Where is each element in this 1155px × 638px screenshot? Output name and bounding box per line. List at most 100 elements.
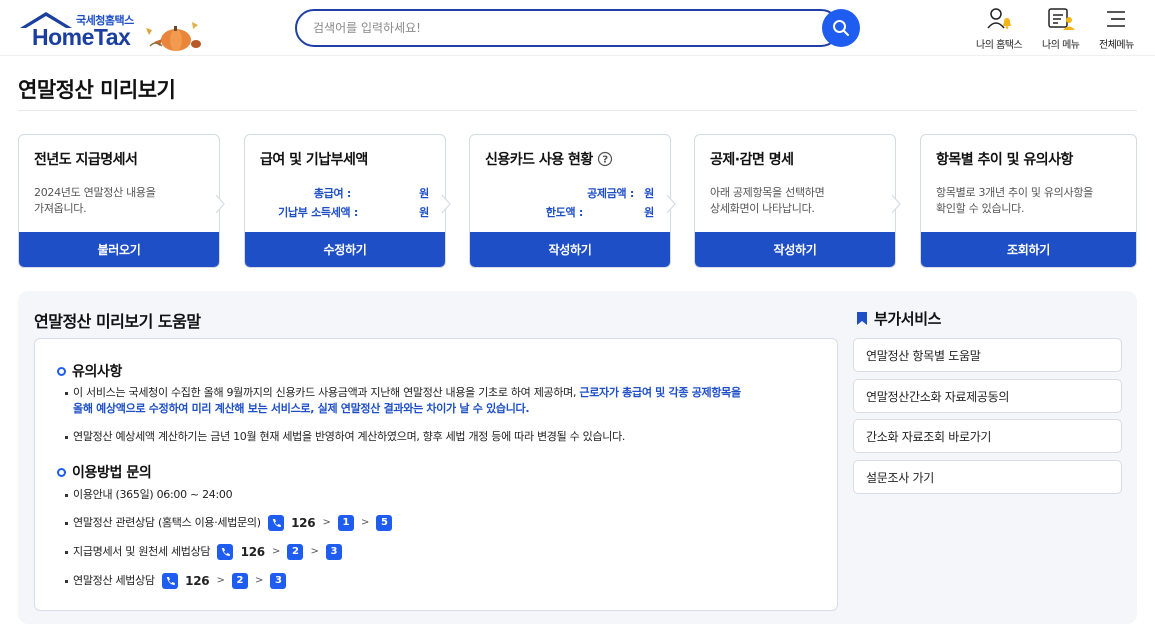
notice-highlight: 올해 예상액으로 수정하여 미리 계산해 보는 서비스로, 실제 연말정산 결과…	[73, 402, 530, 415]
search-bar	[295, 9, 861, 47]
hamburger-icon	[1107, 11, 1126, 27]
total-salary-label: 총급여 :	[313, 187, 351, 200]
chevron-right-icon: >	[255, 575, 264, 586]
contact-label: 연말정산 세법상담	[73, 574, 155, 587]
limit-label: 한도액 :	[545, 206, 583, 219]
deduction-amount-unit: 원	[644, 187, 654, 200]
notice-item-2: 연말정산 예상세액 계산하기는 금년 10월 현재 세법을 반영하여 계산하였으…	[65, 429, 833, 445]
user-bell-icon	[987, 8, 1012, 29]
total-salary-unit: 원	[419, 187, 429, 200]
menu-key: 5	[376, 515, 393, 531]
edit-button[interactable]: 수정하기	[245, 232, 445, 267]
hometax-logo[interactable]: 국세청홈택스 HomeTax	[18, 10, 208, 51]
hours-item: 이용안내 (365일) 06:00 ~ 24:00	[64, 488, 233, 501]
step-title: 항목별 추이 및 유의사항	[936, 152, 1073, 168]
step-desc-line: 가져옵니다.	[34, 202, 87, 215]
step-title: 전년도 지급명세서	[34, 152, 138, 168]
contact-line: 연말정산 세법상담 126 > 2 > 3	[64, 573, 287, 589]
contact-label: 연말정산 관련상담 (홈택스 이용·세법문의)	[73, 516, 261, 529]
chevron-right-icon: >	[272, 546, 281, 557]
step-desc-line: 아래 공제항목을 선택하면	[710, 186, 825, 199]
step-card-trend: 항목별 추이 및 유의사항 항목별로 3개년 추이 및 유의사항을 확인할 수 …	[920, 134, 1137, 268]
search-input[interactable]	[295, 9, 840, 47]
step-title: 신용카드 사용 현황 ?	[485, 149, 613, 169]
menu-key: 3	[325, 544, 342, 560]
help-icon[interactable]: ?	[597, 151, 613, 167]
help-section: 연말정산 미리보기 도움말 유의사항 이 서비스는 국세청이 수집한 올해 9월…	[18, 291, 1137, 624]
menu-key: 3	[270, 573, 287, 589]
menu-my-menu[interactable]: 나의 메뉴	[1042, 6, 1080, 51]
step-desc-line: 항목별로 3개년 추이 및 유의사항을	[936, 186, 1093, 199]
menu-all[interactable]: 전체메뉴	[1099, 6, 1134, 51]
top-header: 국세청홈택스 HomeTax 나의 홈택스	[0, 0, 1155, 56]
load-button[interactable]: 불러오기	[19, 232, 219, 267]
phone-number: 126	[291, 516, 316, 530]
chevron-right-icon: >	[360, 517, 370, 528]
prepaid-tax-label: 기납부 소득세액 :	[278, 206, 358, 219]
chevron-right-icon	[215, 194, 225, 214]
contact-line: 연말정산 관련상담 (홈택스 이용·세법문의) 126 > 1 > 5	[64, 515, 393, 531]
phone-icon	[267, 515, 284, 531]
write-button[interactable]: 작성하기	[470, 232, 670, 267]
step-title: 급여 및 기납부세액	[260, 152, 368, 168]
prepaid-tax-unit: 원	[419, 206, 429, 219]
step-desc-line: 2024년도 연말정산 내용을	[34, 186, 156, 199]
limit-unit: 원	[644, 206, 654, 219]
notice-title: 유의사항	[72, 364, 122, 380]
help-title: 연말정산 미리보기 도움말	[34, 312, 201, 331]
divider	[18, 110, 1137, 111]
step-description: 항목별로 3개년 추이 및 유의사항을 확인할 수 있습니다.	[936, 185, 1093, 217]
chevron-right-icon: >	[216, 575, 225, 586]
phone-icon	[161, 573, 178, 589]
menu-key: 1	[337, 515, 354, 531]
side-link-consent[interactable]: 연말정산간소화 자료제공동의	[853, 379, 1122, 413]
view-button[interactable]: 조회하기	[921, 232, 1136, 267]
step-title: 공제·감면 명세	[710, 152, 794, 168]
step-desc-line: 확인할 수 있습니다.	[936, 202, 1025, 215]
inquiry-title: 이용방법 문의	[72, 465, 152, 481]
side-title-text: 부가서비스	[874, 310, 942, 328]
contact-line: 지급명세서 및 원천세 세법상담 126 > 2 > 3	[65, 544, 342, 560]
svg-text:?: ?	[602, 155, 608, 166]
extra-services-title: 부가서비스	[856, 308, 941, 329]
step-title-text: 신용카드 사용 현황	[485, 152, 593, 168]
help-box: 유의사항 이 서비스는 국세청이 수집한 올해 9월까지의 신용카드 사용금액과…	[34, 338, 838, 611]
notice-item-1: 이 서비스는 국세청이 수집한 올해 9월까지의 신용카드 사용금액과 지난해 …	[65, 385, 833, 417]
menu-label: 전체메뉴	[1099, 40, 1134, 51]
phone-number: 126	[240, 545, 265, 559]
contact-label: 지급명세서 및 원천세 세법상담	[73, 545, 211, 558]
inquiry-heading: 이용방법 문의	[57, 462, 152, 482]
deduction-amount-label: 공제금액 :	[587, 187, 634, 200]
chevron-right-icon	[441, 194, 451, 214]
page-title: 연말정산 미리보기	[18, 78, 176, 102]
search-icon	[833, 20, 849, 36]
step-description: 아래 공제항목을 선택하면 상세화면이 나타납니다.	[710, 185, 825, 217]
step-desc-line: 상세화면이 나타납니다.	[710, 202, 815, 215]
step-card-salary: 급여 및 기납부세액 총급여 : 원 기납부 소득세액 : 원 수정하기	[244, 134, 446, 268]
user-list-icon	[1047, 8, 1075, 30]
step-card-last-year: 전년도 지급명세서 2024년도 연말정산 내용을 가져옵니다. 불러오기	[18, 134, 220, 268]
side-link-lookup[interactable]: 간소화 자료조회 바로가기	[853, 419, 1122, 453]
notice-heading: 유의사항	[57, 361, 122, 381]
chevron-right-icon	[891, 194, 901, 214]
menu-label: 나의 홈택스	[976, 40, 1023, 51]
bullet-ring-icon	[57, 467, 66, 477]
step-card-credit-card: 신용카드 사용 현황 ? 공제금액 : 원 한도액 : 원 작성하기	[469, 134, 671, 268]
chevron-right-icon: >	[310, 546, 319, 557]
phone-icon	[217, 544, 234, 560]
phone-number: 126	[185, 574, 210, 588]
bookmark-icon	[857, 312, 867, 325]
step-description: 2024년도 연말정산 내용을 가져옵니다.	[34, 185, 156, 217]
side-link-help[interactable]: 연말정산 항목별 도움말	[853, 338, 1122, 372]
notice-text: 이 서비스는 국세청이 수집한 올해 9월까지의 신용카드 사용금액과 지난해 …	[73, 386, 577, 399]
chevron-right-icon: >	[322, 517, 331, 528]
chevron-right-icon	[666, 194, 676, 214]
menu-my-hometax[interactable]: 나의 홈택스	[976, 6, 1023, 51]
step-card-deduction: 공제·감면 명세 아래 공제항목을 선택하면 상세화면이 나타납니다. 작성하기	[694, 134, 896, 268]
menu-label: 나의 메뉴	[1042, 40, 1080, 51]
pumpkin-icon	[146, 22, 201, 51]
notice-highlight: 근로자가 총급여 및 각종 공제항목을	[579, 386, 741, 399]
side-link-survey[interactable]: 설문조사 가기	[853, 460, 1122, 494]
write-button[interactable]: 작성하기	[695, 232, 895, 267]
search-button[interactable]	[822, 9, 860, 47]
